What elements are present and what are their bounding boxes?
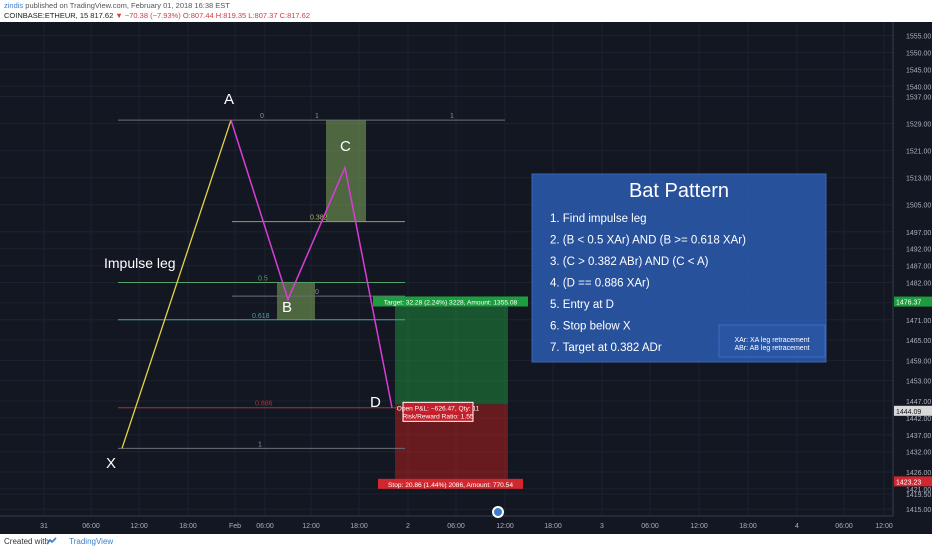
- price-tick-label: 1555.00: [906, 34, 931, 41]
- fib-label: 0.886: [255, 401, 273, 408]
- legend-text: ABr: AB leg retracement: [734, 345, 809, 352]
- time-tick-label: 18:00: [739, 523, 757, 530]
- time-tick-label: 06:00: [256, 523, 274, 530]
- time-tick-label: 12:00: [130, 523, 148, 530]
- publish-date: published on TradingView.com, February 0…: [25, 1, 230, 10]
- chart-header: zindis published on TradingView.com, Feb…: [0, 0, 932, 22]
- price-tick-label: 1492.00: [906, 247, 931, 254]
- time-tick-label: 18:00: [350, 523, 368, 530]
- time-tick-label: 06:00: [641, 523, 659, 530]
- price-tick-label: 1437.00: [906, 433, 931, 440]
- time-tick-label: 2: [406, 523, 410, 530]
- fib-label: 0: [315, 289, 319, 296]
- price-tick-label: 1540.00: [906, 84, 931, 91]
- price-tick-label: 1459.00: [906, 358, 931, 365]
- price-tick-label: 1513.00: [906, 176, 931, 183]
- time-tick-label: 06:00: [447, 523, 465, 530]
- price-tick-label: 1453.00: [906, 379, 931, 386]
- price-change: ▼ −70.38 (−7.93%): [115, 11, 181, 20]
- price-tick-label: 1497.00: [906, 230, 931, 237]
- last-price: 817.62: [90, 11, 114, 20]
- fib-label: 0.5: [258, 276, 268, 283]
- time-tick-label: 06:00: [835, 523, 853, 530]
- price-tick-label: 1432.00: [906, 450, 931, 457]
- impulse-leg-label: Impulse leg: [104, 255, 176, 271]
- price-tag-entry-text: 1444.09: [896, 409, 921, 416]
- time-tick-label: 18:00: [179, 523, 197, 530]
- info-box-item: 4. (D == 0.886 XAr): [550, 278, 650, 290]
- target-zone: [395, 301, 508, 405]
- price-tick-label: 1419.50: [906, 492, 931, 499]
- price-tick-label: 1426.00: [906, 470, 931, 477]
- info-box-item: 3. (C > 0.382 ABr) AND (C < A): [550, 256, 709, 268]
- price-tick-label: 1521.00: [906, 149, 931, 156]
- time-tick-label: 06:00: [82, 523, 100, 530]
- point-label-b: B: [282, 299, 292, 316]
- info-box-item: 1. Find impulse leg: [550, 213, 647, 225]
- info-box-title: Bat Pattern: [629, 180, 729, 202]
- time-tick-label: 12:00: [302, 523, 320, 530]
- point-label-a: A: [224, 91, 234, 108]
- author-link[interactable]: zindis: [4, 1, 23, 10]
- chart-area[interactable]: 0 1 1 0.382 0.5 0 0.618 0.886 1 Impulse leg X A B C D T…: [0, 22, 932, 534]
- price-tick-label: 1505.00: [906, 203, 931, 210]
- time-tick-label: 3: [600, 523, 604, 530]
- time-tick-label: 31: [40, 523, 48, 530]
- time-tick-label: 12:00: [875, 523, 893, 530]
- fib-label: 0.618: [252, 313, 270, 320]
- price-tag-stop-text: 1423.23: [896, 479, 921, 486]
- fib-label: 1: [450, 113, 454, 120]
- price-tag-target-text: 1476.37: [896, 300, 921, 307]
- stop-label-text: Stop: 20.86 (1.44%) 2086, Amount: 770.54: [388, 482, 513, 489]
- symbol-name: COINBASE:ETHEUR, 15: [4, 11, 89, 20]
- point-label-d: D: [370, 394, 381, 411]
- price-tick-label: 1482.00: [906, 281, 931, 288]
- target-label-text: Target: 32.28 (2.24%) 3228, Amount: 1355…: [384, 299, 518, 306]
- chart-footer: Created with TradingView: [0, 534, 932, 550]
- info-box-item: 5. Entry at D: [550, 299, 614, 311]
- price-tick-label: 1529.00: [906, 122, 931, 129]
- time-tick-label: 12:00: [496, 523, 514, 530]
- price-tick-label: 1550.00: [906, 50, 931, 57]
- footer-text: Created with TradingView: [4, 537, 113, 546]
- created-with-label: Created with: [4, 537, 49, 546]
- info-box-item: 6. Stop below X: [550, 321, 631, 333]
- time-tick-label: 18:00: [544, 523, 562, 530]
- fib-label: 1: [258, 441, 262, 448]
- info-box-item: 7. Target at 0.382 ADr: [550, 342, 662, 354]
- price-tick-label: 1487.00: [906, 264, 931, 271]
- point-label-x: X: [106, 455, 116, 472]
- fib-label: 1: [315, 113, 319, 120]
- pnl-label-text: Risk/Reward Ratio: 1.55: [402, 413, 473, 420]
- ohlc-values: O:807.44 H:819.35 L:807.37 C:817.62: [182, 11, 311, 20]
- symbol-info: COINBASE:ETHEUR, 15 817.62 ▼ −70.38 (−7.…: [4, 11, 310, 20]
- tradingview-logo-icon: [46, 537, 57, 545]
- point-label-c: C: [340, 138, 351, 155]
- price-tick-label: 1537.00: [906, 94, 931, 101]
- time-tick-label: 4: [795, 523, 799, 530]
- legend-text: XAr: XA leg retracement: [734, 337, 809, 344]
- time-tick-label: 12:00: [690, 523, 708, 530]
- goto-realtime-icon-inner[interactable]: [494, 508, 502, 516]
- price-tick-label: 1442.00: [906, 416, 931, 423]
- time-tick-label: Feb: [229, 523, 241, 530]
- price-tick-label: 1447.00: [906, 399, 931, 406]
- tradingview-brand[interactable]: TradingView: [69, 537, 113, 546]
- price-tick-label: 1415.00: [906, 507, 931, 514]
- chart-canvas[interactable]: 0 1 10.3820.500.6180.8861Impulse legXABCDT…: [0, 22, 932, 534]
- pnl-label-text: Open P&L: −626.47, Qty: 11: [397, 405, 480, 412]
- price-tick-label: 1471.00: [906, 318, 931, 325]
- publish-info: zindis published on TradingView.com, Feb…: [4, 1, 230, 10]
- price-tick-label: 1545.00: [906, 67, 931, 74]
- fib-label: 0: [260, 113, 264, 120]
- info-box-item: 2. (B < 0.5 XAr) AND (B >= 0.618 XAr): [550, 235, 746, 247]
- price-tick-label: 1465.00: [906, 338, 931, 345]
